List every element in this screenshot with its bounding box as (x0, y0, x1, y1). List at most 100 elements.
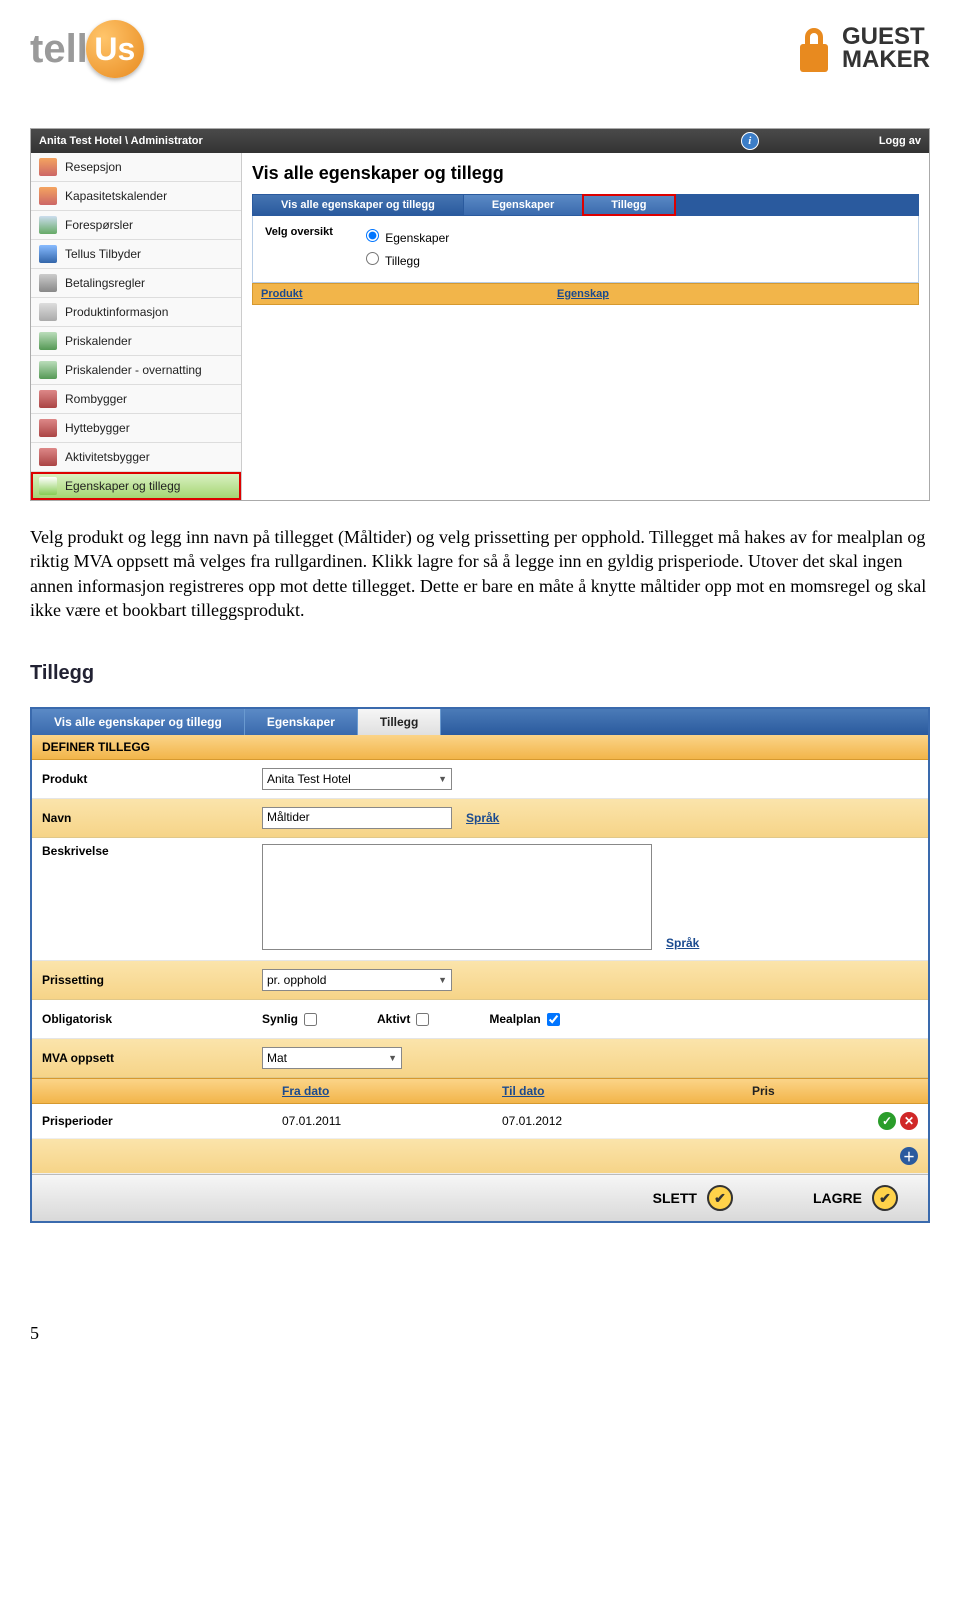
caret-down-icon: ▼ (438, 774, 447, 784)
tillegg-title: Tillegg (30, 662, 930, 685)
delete-icon[interactable]: ✕ (900, 1112, 918, 1130)
mealplan-checkbox[interactable] (547, 1013, 560, 1026)
aktivt-checkbox[interactable] (416, 1013, 429, 1026)
col-til-dato[interactable]: Til dato (492, 1079, 742, 1103)
lagre-label: LAGRE (813, 1190, 862, 1206)
sidebar: Resepsjon Kapasitetskalender Forespørsle… (31, 153, 242, 500)
sidebar-item-aktivitetsbygger[interactable]: Aktivitetsbygger (31, 443, 241, 472)
tellus-logo: tell Us (30, 20, 144, 78)
til-dato-value: 07.01.2012 (492, 1110, 742, 1132)
breadcrumb: Anita Test Hotel \ Administrator (39, 135, 203, 147)
col-produkt[interactable]: Produkt (253, 284, 549, 304)
sidebar-item-label: Betalingsregler (65, 276, 145, 290)
slett-button[interactable]: SLETT ✔ (653, 1185, 733, 1211)
app-screenshot-1: Anita Test Hotel \ Administrator i Logg … (30, 128, 930, 501)
section-definer-tillegg: DEFINER TILLEGG (32, 735, 928, 760)
synlig-label: Synlig (262, 1012, 298, 1026)
content-title: Vis alle egenskaper og tillegg (252, 163, 919, 184)
price-header: Fra dato Til dato Pris (32, 1078, 928, 1104)
accept-icon[interactable]: ✓ (878, 1112, 896, 1130)
velg-oversikt-label: Velg oversikt (265, 226, 333, 238)
add-icon[interactable]: ＋ (900, 1147, 918, 1165)
sidebar-icon (39, 448, 57, 466)
radio-egenskaper[interactable]: Egenskaper (361, 226, 449, 249)
sidebar-item-label: Priskalender - overnatting (65, 363, 202, 377)
sidebar-item-priskalender[interactable]: Priskalender (31, 327, 241, 356)
navn-value: Måltider (267, 810, 310, 824)
synlig-checkbox[interactable] (304, 1013, 317, 1026)
sidebar-item-priskalender-overnatting[interactable]: Priskalender - overnatting (31, 356, 241, 385)
sidebar-item-tilbyder[interactable]: Tellus Tilbyder (31, 240, 241, 269)
sidebar-icon (39, 274, 57, 292)
sidebar-item-kapasitet[interactable]: Kapasitetskalender (31, 182, 241, 211)
sidebar-icon (39, 216, 57, 234)
radio-tillegg-input[interactable] (366, 252, 379, 265)
price-add-row: ＋ (32, 1139, 928, 1174)
sidebar-item-hyttebygger[interactable]: Hyttebygger (31, 414, 241, 443)
tabs-row-1: Vis alle egenskaper og tillegg Egenskape… (252, 194, 919, 216)
sidebar-icon (39, 303, 57, 321)
caret-down-icon: ▼ (388, 1053, 397, 1063)
sidebar-item-label: Resepsjon (65, 160, 122, 174)
tab2-tillegg[interactable]: Tillegg (358, 709, 441, 735)
radio-egenskaper-input[interactable] (366, 229, 379, 242)
instruction-paragraph: Velg produkt og legg inn navn på tillegg… (30, 525, 930, 622)
sidebar-icon (39, 332, 57, 350)
navn-input[interactable]: Måltider (262, 807, 452, 829)
table-header: Produkt Egenskap (252, 283, 919, 305)
mva-select[interactable]: Mat ▼ (262, 1047, 402, 1069)
tellus-logo-us: Us (86, 20, 144, 78)
mva-label: MVA oppsett (42, 1051, 262, 1065)
sidebar-icon (39, 419, 57, 437)
mealplan-label: Mealplan (489, 1012, 540, 1026)
guestmaker-icon (796, 24, 832, 74)
fra-dato-value: 07.01.2011 (272, 1110, 492, 1132)
produkt-select[interactable]: Anita Test Hotel ▼ (262, 768, 452, 790)
radio-tillegg-label: Tillegg (385, 254, 420, 268)
tab2-egenskaper[interactable]: Egenskaper (245, 709, 358, 735)
prissetting-label: Prissetting (42, 973, 262, 987)
sprak-link-2[interactable]: Språk (666, 936, 699, 950)
sidebar-item-label: Tellus Tilbyder (65, 247, 141, 261)
tillegg-form: Vis alle egenskaper og tillegg Egenskape… (30, 707, 930, 1223)
beskrivelse-textarea[interactable] (262, 844, 652, 950)
guestmaker-logo: GUEST MAKER (796, 24, 930, 74)
tab-vis-alle[interactable]: Vis alle egenskaper og tillegg (253, 195, 464, 215)
sidebar-item-rombygger[interactable]: Rombygger (31, 385, 241, 414)
aktivt-label: Aktivt (377, 1012, 410, 1026)
sidebar-item-label: Egenskaper og tillegg (65, 479, 180, 493)
col-fra-dato[interactable]: Fra dato (272, 1079, 492, 1103)
sidebar-item-label: Hyttebygger (65, 421, 130, 435)
guestmaker-text-2: MAKER (842, 49, 930, 72)
prissetting-value: pr. opphold (267, 973, 326, 987)
lagre-button[interactable]: LAGRE ✔ (813, 1185, 898, 1211)
sidebar-item-label: Priskalender (65, 334, 132, 348)
tellus-logo-tell: tell (30, 27, 88, 72)
radio-tillegg[interactable]: Tillegg (361, 249, 449, 272)
sidebar-item-label: Rombygger (65, 392, 127, 406)
sidebar-item-produktinfo[interactable]: Produktinformasjon (31, 298, 241, 327)
prissetting-select[interactable]: pr. opphold ▼ (262, 969, 452, 991)
sidebar-icon (39, 158, 57, 176)
sidebar-item-label: Aktivitetsbygger (65, 450, 150, 464)
tab-tillegg[interactable]: Tillegg (583, 195, 675, 215)
page-number: 5 (30, 1323, 930, 1344)
sidebar-item-egenskaper-tillegg[interactable]: Egenskaper og tillegg (31, 472, 241, 500)
sidebar-item-resepsjon[interactable]: Resepsjon (31, 153, 241, 182)
mva-value: Mat (267, 1051, 287, 1065)
tab2-vis-alle[interactable]: Vis alle egenskaper og tillegg (32, 709, 245, 735)
tab-egenskaper[interactable]: Egenskaper (464, 195, 583, 215)
sidebar-icon (39, 187, 57, 205)
prisperioder-label: Prisperioder (32, 1110, 272, 1132)
logoff-link[interactable]: Logg av (879, 135, 921, 147)
col-egenskap[interactable]: Egenskap (549, 284, 918, 304)
produkt-label: Produkt (42, 772, 262, 786)
sprak-link-1[interactable]: Språk (466, 811, 499, 825)
radio-egenskaper-label: Egenskaper (385, 231, 449, 245)
page-header: tell Us GUEST MAKER (30, 20, 930, 78)
footer-buttons: SLETT ✔ LAGRE ✔ (32, 1174, 928, 1221)
sidebar-item-foresporsler[interactable]: Forespørsler (31, 211, 241, 240)
sidebar-item-betaling[interactable]: Betalingsregler (31, 269, 241, 298)
navn-label: Navn (42, 811, 262, 825)
info-icon[interactable]: i (741, 132, 759, 150)
